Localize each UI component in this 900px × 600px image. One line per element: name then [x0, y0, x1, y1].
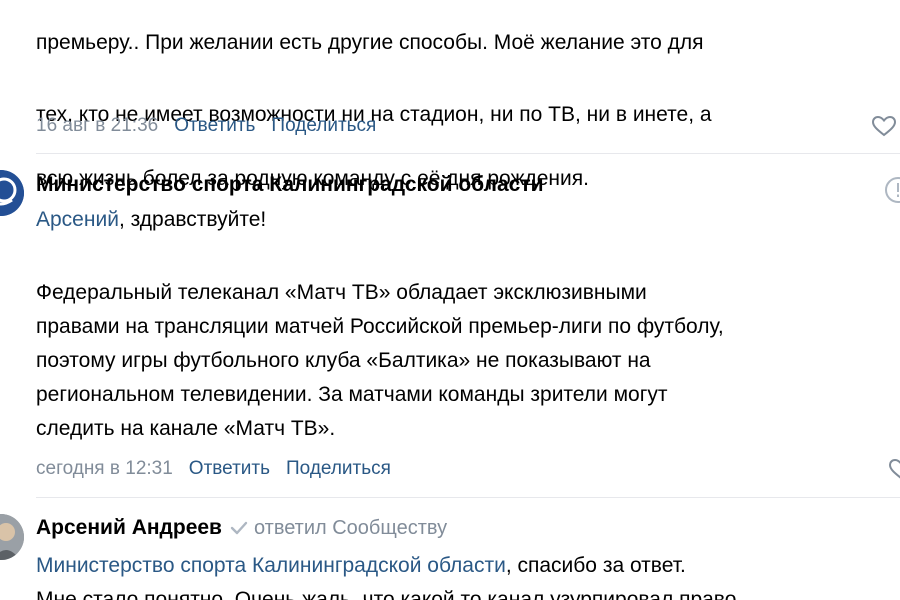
comment-date: сегодня в 12:31: [36, 458, 173, 479]
reply-button[interactable]: Ответить: [174, 114, 255, 138]
alert-icon: [885, 177, 900, 203]
like-button[interactable]: 1: [871, 114, 900, 138]
user-photo-icon: [0, 514, 24, 560]
comment-3-text-rest: , спасибо за ответ.: [505, 554, 686, 577]
checkmark-icon: [230, 522, 248, 535]
comment-date: 16 авг в 21:36: [36, 115, 159, 136]
comment-2-line: региональном телевидении. За матчами ком…: [36, 383, 668, 406]
comment-author[interactable]: Министерство спорта Калининградской обла…: [36, 171, 544, 199]
comment-divider: [36, 153, 900, 154]
comment-2-line: правами на трансляции матчей Российской …: [36, 315, 724, 338]
comment-2-line: Федеральный телеканал «Матч ТВ» обладает…: [36, 281, 647, 304]
comment-1-line: премьеру.. При желании есть другие спосо…: [36, 31, 704, 54]
comment-2-line: следить на канале «Матч ТВ».: [36, 417, 336, 440]
like-button[interactable]: [888, 458, 900, 480]
heart-icon: [888, 458, 900, 479]
comment-2-greeting: Арсений, здравствуйте!: [36, 205, 266, 235]
report-button[interactable]: [884, 176, 900, 209]
avatar[interactable]: [0, 514, 24, 560]
share-button[interactable]: Поделиться: [271, 114, 376, 138]
mention-link[interactable]: Арсений: [36, 208, 119, 231]
comment-2-line: поэтому игры футбольного клуба «Балтика»…: [36, 349, 651, 372]
comment-divider: [36, 497, 900, 498]
share-button[interactable]: Поделиться: [286, 457, 391, 481]
avatar[interactable]: [0, 170, 24, 216]
ministry-logo-icon: [0, 170, 24, 216]
comments-thread: премьеру.. При желании есть другие спосо…: [0, 0, 900, 600]
comment-2-meta: сегодня в 12:31 Ответить Поделиться: [36, 457, 900, 481]
comment-3-line: Мне стало понятно. Очень жаль, что какой…: [36, 588, 737, 600]
comment-1-meta: 16 авг в 21:36 Ответить Поделиться 1: [36, 114, 900, 138]
reply-button[interactable]: Ответить: [189, 457, 270, 481]
greeting-text: , здравствуйте!: [118, 208, 267, 231]
heart-icon: [872, 115, 897, 137]
mention-link[interactable]: Министерство спорта Калининградской обла…: [36, 554, 506, 577]
comment-3-line: Министерство спорта Калининградской обла…: [36, 551, 900, 585]
comment-author[interactable]: Арсений Андреев: [36, 516, 222, 539]
replied-label[interactable]: ответил Сообществу: [254, 517, 447, 539]
comment-3-header: Арсений Андреев ответил Сообществу: [36, 514, 447, 542]
comment-2-body: Федеральный телеканал «Матч ТВ» обладает…: [36, 278, 900, 448]
comment-3-text: Министерство спорта Калининградской обла…: [36, 551, 900, 600]
